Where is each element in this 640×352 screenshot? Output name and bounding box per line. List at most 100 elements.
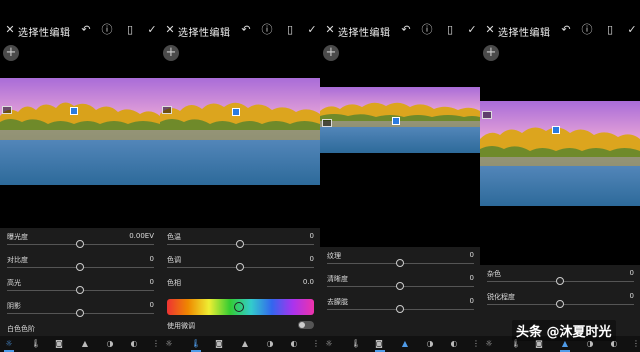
slider-knob[interactable]	[396, 305, 404, 313]
add-selection-button[interactable]: +	[323, 45, 339, 61]
adjust-settings: 曝光度 0.00EV 对比度 0 高光 0 阴影 0 白色色阶	[0, 228, 160, 336]
mask-select-icon[interactable]	[162, 106, 172, 114]
slider-knob[interactable]	[396, 259, 404, 267]
slider-row-temperature: 色温 0	[160, 228, 320, 251]
hue-row: 色相 0.0	[160, 274, 320, 297]
close-icon[interactable]: ✕	[164, 24, 176, 36]
add-selection-button[interactable]: +	[483, 45, 499, 61]
hue-label: 色相	[167, 279, 181, 287]
landscape-image	[480, 101, 640, 206]
mask-select-icon[interactable]	[482, 111, 492, 119]
mask-select-icon[interactable]	[2, 106, 12, 114]
info-icon[interactable]: ⓘ	[261, 24, 273, 36]
slider-knob[interactable]	[76, 263, 84, 271]
geometry-tool-icon[interactable]: ◐	[448, 339, 460, 349]
landscape-image	[0, 78, 160, 185]
top-bar: ✕ 选择性编辑 ↶ ⓘ ▯ ✓	[320, 22, 480, 40]
optics-tool-icon[interactable]: ◑	[264, 339, 276, 349]
light-tool-icon[interactable]: ☼	[163, 339, 175, 349]
mask-select-icon[interactable]	[322, 119, 332, 127]
edit-panel-light: ✕ 选择性编辑 ↶ ⓘ ▯ ✓ + 曝光度 0.00EV 对比度 0 高光 0 …	[0, 0, 160, 352]
fine-tune-label: 使用微调	[167, 322, 195, 330]
undo-icon[interactable]: ↶	[560, 24, 572, 36]
light-tool-icon[interactable]: ☼	[483, 339, 495, 349]
slider-row-dehaze: 去朦胧 0	[320, 293, 480, 316]
more-tool-icon[interactable]: ⋮	[630, 339, 640, 349]
tool-bar: ☼ 🌡 ◙ ▲ ◑ ◐ ⋮	[0, 336, 160, 352]
compare-icon[interactable]: ▯	[284, 24, 296, 36]
slider-knob[interactable]	[396, 282, 404, 290]
tool-bar: ☼ 🌡 ◙ ▲ ◑ ◐ ⋮	[160, 336, 320, 352]
confirm-check-icon[interactable]: ✓	[466, 24, 478, 36]
slider-label: 对比度	[7, 256, 28, 264]
edit-panel-effects: ✕ 选择性编辑 ↶ ⓘ ▯ ✓ + 纹理 0 清晰度 0 去朦胧 0 ☼ 🌡 ◙…	[320, 0, 480, 352]
more-tool-icon[interactable]: ⋮	[150, 339, 160, 349]
compare-icon[interactable]: ▯	[604, 24, 616, 36]
geometry-tool-icon[interactable]: ◐	[128, 339, 140, 349]
slider-knob[interactable]	[556, 277, 564, 285]
selection-pin[interactable]	[392, 117, 400, 125]
selection-pin[interactable]	[70, 107, 78, 115]
close-icon[interactable]: ✕	[484, 24, 496, 36]
slider-label: 色温	[167, 233, 181, 241]
slider-row-noise: 杂色 0	[480, 265, 640, 288]
close-icon[interactable]: ✕	[324, 24, 336, 36]
color-tool-icon[interactable]: 🌡	[190, 339, 202, 349]
add-selection-button[interactable]: +	[3, 45, 19, 61]
info-icon[interactable]: ⓘ	[101, 24, 113, 36]
slider-knob[interactable]	[76, 309, 84, 317]
slider-row-highlights: 高光 0	[0, 274, 160, 297]
more-tool-icon[interactable]: ⋮	[470, 339, 480, 349]
top-bar: ✕ 选择性编辑 ↶ ⓘ ▯ ✓	[480, 22, 640, 40]
slider-label: 杂色	[487, 270, 501, 278]
light-tool-icon[interactable]: ☼	[3, 339, 15, 349]
confirm-check-icon[interactable]: ✓	[626, 24, 638, 36]
photo-preview	[160, 78, 320, 185]
optics-tool-icon[interactable]: ◑	[104, 339, 116, 349]
top-bar: ✕ 选择性编辑 ↶ ⓘ ▯ ✓	[160, 22, 320, 40]
effects-tool-icon[interactable]: ◙	[53, 339, 65, 349]
slider-knob[interactable]	[76, 240, 84, 248]
slider-value: 0	[469, 297, 474, 305]
more-tool-icon[interactable]: ⋮	[310, 339, 320, 349]
undo-icon[interactable]: ↶	[80, 24, 92, 36]
detail-tool-icon[interactable]: ▲	[79, 339, 91, 349]
slider-knob[interactable]	[236, 263, 244, 271]
slider-knob[interactable]	[556, 300, 564, 308]
selection-pin[interactable]	[552, 126, 560, 134]
compare-icon[interactable]: ▯	[444, 24, 456, 36]
page-title: 选择性编辑	[338, 28, 391, 39]
hue-knob[interactable]	[234, 302, 244, 312]
slider-value: 0	[629, 292, 634, 300]
detail-tool-icon[interactable]: ▲	[399, 339, 411, 349]
slider-knob[interactable]	[76, 286, 84, 294]
slider-label: 白色色阶	[7, 325, 35, 333]
slider-row-texture: 纹理 0	[320, 247, 480, 270]
info-icon[interactable]: ⓘ	[581, 24, 593, 36]
slider-label: 去朦胧	[327, 298, 348, 306]
confirm-check-icon[interactable]: ✓	[306, 24, 318, 36]
fine-tune-toggle[interactable]	[298, 321, 314, 329]
close-icon[interactable]: ✕	[4, 24, 16, 36]
geometry-tool-icon[interactable]: ◐	[288, 339, 300, 349]
effects-tool-icon[interactable]: ◙	[373, 339, 385, 349]
selection-pin[interactable]	[232, 108, 240, 116]
slider-row-sharpening: 锐化程度 0	[480, 288, 640, 311]
landscape-image	[160, 78, 320, 185]
photo-preview	[0, 78, 160, 185]
light-tool-icon[interactable]: ☼	[323, 339, 335, 349]
detail-tool-icon[interactable]: ▲	[239, 339, 251, 349]
color-tool-icon[interactable]: 🌡	[30, 339, 42, 349]
undo-icon[interactable]: ↶	[400, 24, 412, 36]
slider-value: 0	[149, 301, 154, 309]
optics-tool-icon[interactable]: ◑	[424, 339, 436, 349]
hue-spectrum-slider[interactable]	[167, 299, 314, 315]
color-tool-icon[interactable]: 🌡	[350, 339, 362, 349]
undo-icon[interactable]: ↶	[240, 24, 252, 36]
confirm-check-icon[interactable]: ✓	[146, 24, 158, 36]
add-selection-button[interactable]: +	[163, 45, 179, 61]
compare-icon[interactable]: ▯	[124, 24, 136, 36]
slider-knob[interactable]	[236, 240, 244, 248]
effects-tool-icon[interactable]: ◙	[213, 339, 225, 349]
info-icon[interactable]: ⓘ	[421, 24, 433, 36]
